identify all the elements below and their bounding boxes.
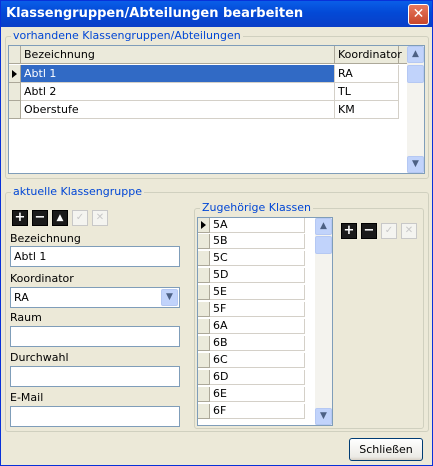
row-selector[interactable] (198, 353, 210, 368)
class-name[interactable]: 6C (210, 353, 305, 368)
row-selector[interactable] (198, 285, 210, 300)
cell-bezeichnung[interactable]: Abtl 2 (21, 83, 335, 101)
bezeichnung-label: Bezeichnung (10, 232, 81, 245)
remove-icon[interactable]: − (32, 210, 48, 226)
remove-class-icon[interactable]: − (361, 223, 377, 239)
row-selector[interactable] (9, 65, 21, 83)
email-input[interactable] (10, 406, 180, 427)
list-item[interactable]: 5C (198, 251, 317, 266)
cell-koordinator[interactable]: TL (335, 83, 399, 101)
row-selector[interactable] (198, 319, 210, 334)
add-icon[interactable]: + (12, 210, 28, 226)
column-header-bezeichnung[interactable]: Bezeichnung (21, 46, 335, 64)
groups-table-header: Bezeichnung Koordinator (9, 46, 424, 64)
list-item[interactable]: 5E (198, 285, 317, 300)
add-class-icon[interactable]: + (341, 223, 357, 239)
row-selector[interactable] (198, 404, 210, 419)
table-row[interactable]: Oberstufe KM (9, 101, 409, 119)
cell-bezeichnung[interactable]: Oberstufe (21, 101, 335, 119)
row-selector[interactable] (198, 336, 210, 351)
list-item[interactable]: 6D (198, 370, 317, 385)
row-selector[interactable] (198, 218, 210, 233)
table-row[interactable]: Abtl 1 RA (9, 65, 409, 83)
durchwahl-input[interactable] (10, 366, 180, 387)
cancel-class-icon[interactable]: ✕ (401, 223, 417, 239)
koordinator-select[interactable]: RA ▼ (10, 287, 180, 308)
email-label: E-Mail (10, 391, 44, 404)
cell-koordinator[interactable]: RA (335, 65, 399, 83)
list-item[interactable]: 6E (198, 387, 317, 402)
close-icon: ✕ (412, 6, 425, 22)
row-selector[interactable] (198, 370, 210, 385)
scroll-thumb[interactable] (407, 65, 424, 83)
row-selector[interactable] (198, 302, 210, 317)
cell-bezeichnung[interactable]: Abtl 1 (21, 65, 335, 83)
header-corner (9, 46, 21, 64)
classes-legend: Zugehörige Klassen (200, 201, 313, 214)
list-item[interactable]: 5D (198, 268, 317, 283)
row-pointer-icon (12, 70, 17, 78)
durchwahl-label: Durchwahl (10, 351, 69, 364)
column-header-koordinator[interactable]: Koordinator (335, 46, 402, 64)
list-item[interactable]: 5A (198, 218, 317, 233)
groups-table[interactable]: Bezeichnung Koordinator Abtl 1 RA Abtl 2… (8, 45, 425, 174)
scroll-thumb[interactable] (315, 236, 332, 254)
cancel-icon[interactable]: ✕ (92, 210, 108, 226)
class-name[interactable]: 6A (210, 319, 305, 334)
cell-koordinator[interactable]: KM (335, 101, 399, 119)
bezeichnung-input[interactable]: Abtl 1 (10, 246, 180, 267)
scroll-down-icon[interactable]: ▼ (407, 156, 424, 173)
title-bar: Klassengruppen/Abteilungen bearbeiten (1, 1, 432, 27)
scroll-up-icon[interactable]: ▲ (407, 46, 424, 63)
row-selector[interactable] (198, 251, 210, 266)
confirm-class-icon[interactable]: ✓ (381, 223, 397, 239)
classes-list[interactable]: 5A 5B 5C 5D 5E 5F 6A 6B 6C 6D 6E 6F ▲ ▼ (197, 217, 333, 426)
chevron-down-icon[interactable]: ▼ (161, 289, 178, 306)
close-window-button[interactable]: ✕ (408, 4, 429, 25)
raum-label: Raum (10, 311, 42, 324)
list-item[interactable]: 6B (198, 336, 317, 351)
class-name[interactable]: 5B (210, 234, 305, 249)
class-name[interactable]: 5A (210, 218, 305, 233)
list-item[interactable]: 6A (198, 319, 317, 334)
koordinator-label: Koordinator (10, 272, 74, 285)
class-name[interactable]: 6F (210, 404, 305, 419)
class-name[interactable]: 5C (210, 251, 305, 266)
confirm-icon[interactable]: ✓ (72, 210, 88, 226)
row-selector[interactable] (9, 83, 21, 101)
class-name[interactable]: 6B (210, 336, 305, 351)
groups-table-scrollbar[interactable]: ▲ ▼ (407, 46, 424, 173)
classes-list-scrollbar[interactable]: ▲ ▼ (315, 218, 332, 425)
groups-legend: vorhandene Klassengruppen/Abteilungen (11, 29, 243, 42)
koordinator-value: RA (14, 291, 29, 304)
class-name[interactable]: 6D (210, 370, 305, 385)
dialog-window: Klassengruppen/Abteilungen bearbeiten ✕ … (0, 0, 433, 466)
row-selector[interactable] (198, 234, 210, 249)
scroll-up-icon[interactable]: ▲ (315, 218, 332, 235)
row-selector[interactable] (198, 268, 210, 283)
row-selector[interactable] (198, 387, 210, 402)
window-title: Klassengruppen/Abteilungen bearbeiten (6, 6, 304, 21)
scroll-down-icon[interactable]: ▼ (315, 408, 332, 425)
row-pointer-icon (201, 221, 206, 229)
close-button[interactable]: Schließen (349, 438, 423, 461)
list-item[interactable]: 6C (198, 353, 317, 368)
raum-input[interactable] (10, 326, 180, 347)
move-up-icon[interactable]: ▲ (52, 210, 68, 226)
current-group-legend: aktuelle Klassengruppe (11, 185, 144, 198)
class-name[interactable]: 5D (210, 268, 305, 283)
row-selector[interactable] (9, 101, 21, 119)
list-item[interactable]: 5F (198, 302, 317, 317)
table-row[interactable]: Abtl 2 TL (9, 83, 409, 101)
list-item[interactable]: 6F (198, 404, 317, 419)
list-item[interactable]: 5B (198, 234, 317, 249)
class-name[interactable]: 6E (210, 387, 305, 402)
class-name[interactable]: 5E (210, 285, 305, 300)
class-name[interactable]: 5F (210, 302, 305, 317)
